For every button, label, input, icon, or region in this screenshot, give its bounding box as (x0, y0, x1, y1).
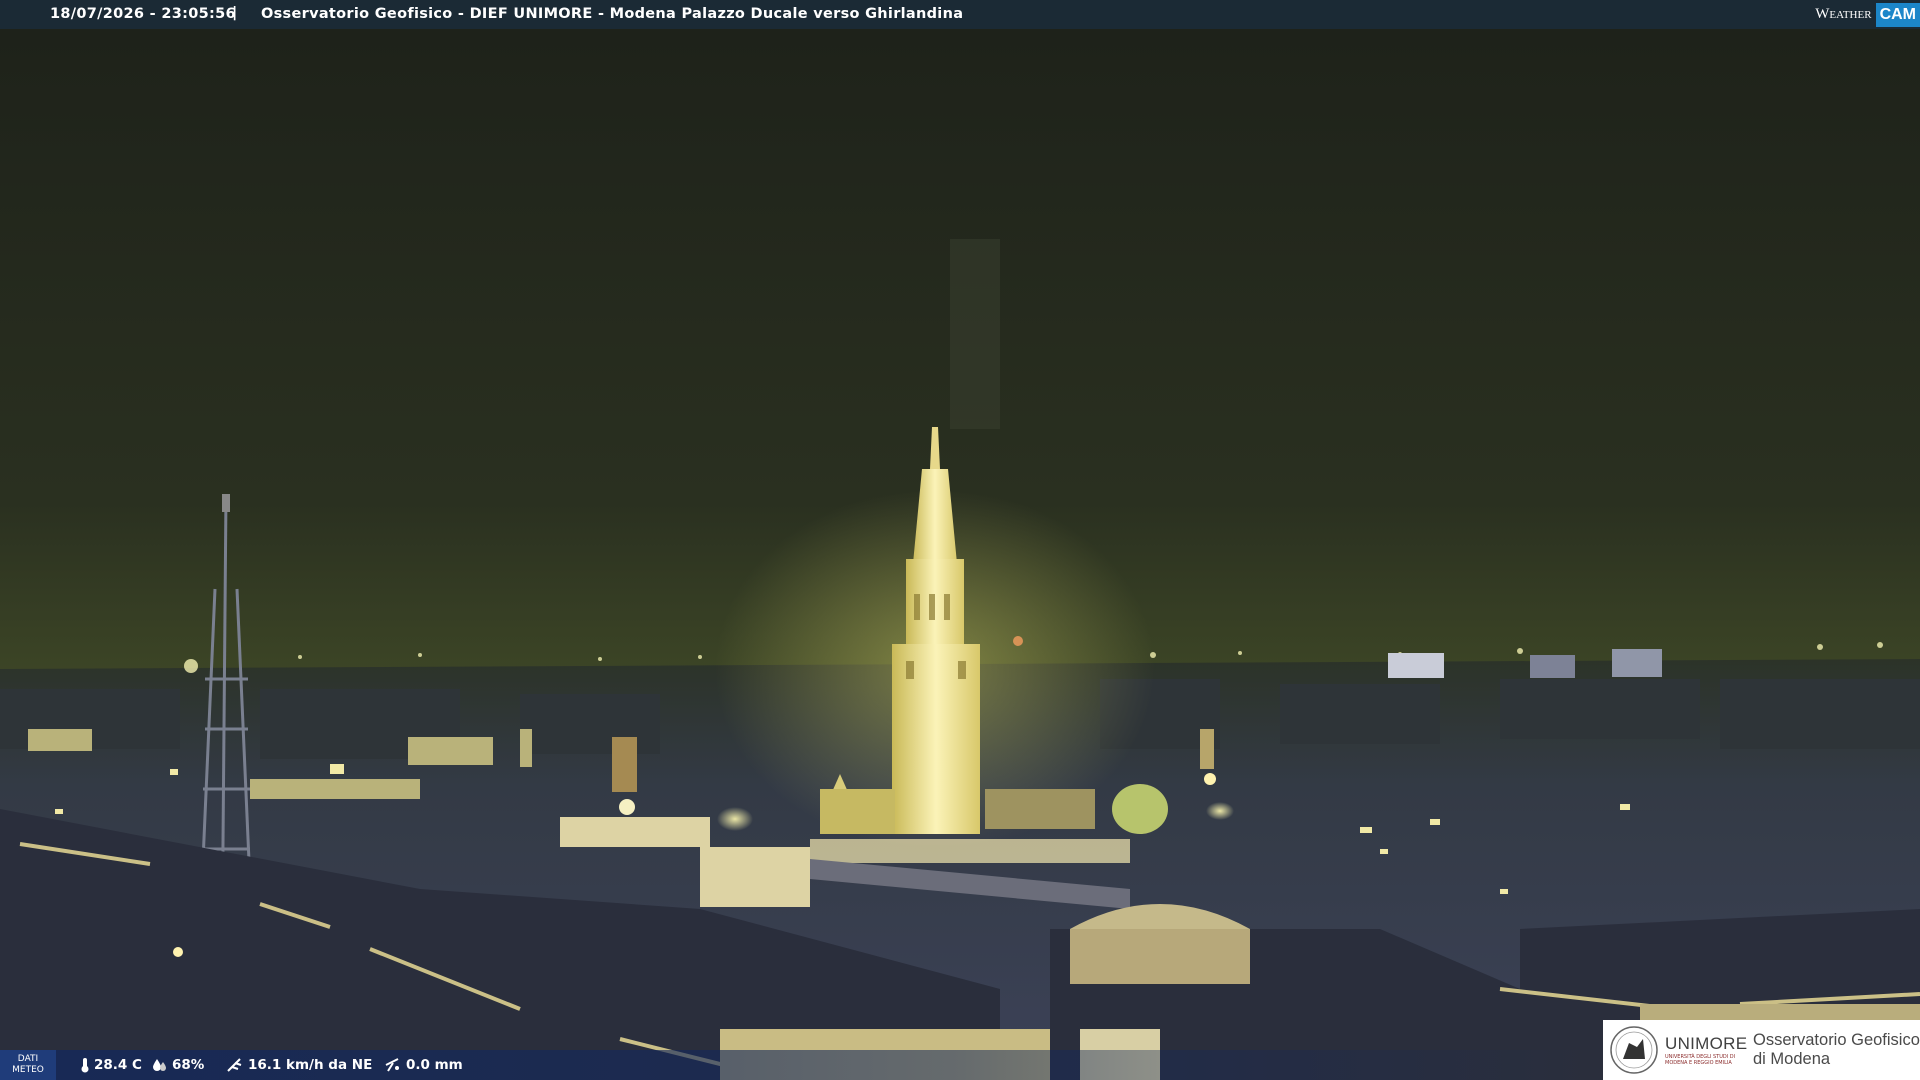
meteo-tag: DATI METEO (0, 1050, 56, 1080)
weather-data-bar: DATI METEO 28.4 C 68% 16.1 km/h da NE 0.… (0, 1050, 1600, 1080)
rain-reading: 0.0 mm (384, 1057, 463, 1073)
wind-icon (227, 1058, 242, 1072)
humidity-drop-icon (153, 1059, 166, 1071)
temperature-value: 28.4 C (94, 1057, 142, 1073)
brand-cam-text: CAM (1875, 2, 1920, 27)
observatory-name: Osservatorio Geofisico di Modena (1753, 1031, 1920, 1069)
camera-title: Osservatorio Geofisico - DIEF UNIMORE - … (261, 6, 964, 22)
humidity-value: 68% (172, 1057, 205, 1073)
thermometer-icon (81, 1058, 89, 1073)
header-bar: 18/07/2026 - 23:05:56 | Osservatorio Geo… (0, 0, 1920, 29)
weathercam-logo: Weather CAM (1815, 0, 1920, 29)
rain-gauge-icon (385, 1058, 399, 1072)
observatory-line1: Osservatorio Geofisico (1753, 1031, 1920, 1049)
university-seal-icon (1610, 1026, 1658, 1074)
brand-weather-text: Weather (1815, 6, 1872, 22)
wind-reading: 16.1 km/h da NE (226, 1057, 372, 1073)
unimore-subtitle: UNIVERSITÀ DEGLI STUDI DI MODENA E REGGI… (1665, 1054, 1736, 1066)
unimore-name: UNIMORE (1665, 1034, 1748, 1053)
timestamp: 18/07/2026 - 23:05:56 (50, 6, 236, 22)
observatory-line2: di Modena (1753, 1050, 1831, 1068)
rain-value: 0.0 mm (406, 1057, 463, 1073)
temperature-reading: 28.4 C (80, 1057, 142, 1073)
webcam-image (0, 29, 1920, 1080)
meteo-tag-line1: DATI (17, 1054, 39, 1064)
wind-value: 16.1 km/h da NE (248, 1057, 373, 1073)
night-city-view (0, 29, 1920, 1080)
humidity-reading: 68% (152, 1057, 204, 1073)
header-separator: | (232, 5, 238, 21)
meteo-tag-line2: METEO (12, 1065, 44, 1075)
unimore-observatory-logo: UNIMORE UNIVERSITÀ DEGLI STUDI DI MODENA… (1603, 1020, 1920, 1080)
